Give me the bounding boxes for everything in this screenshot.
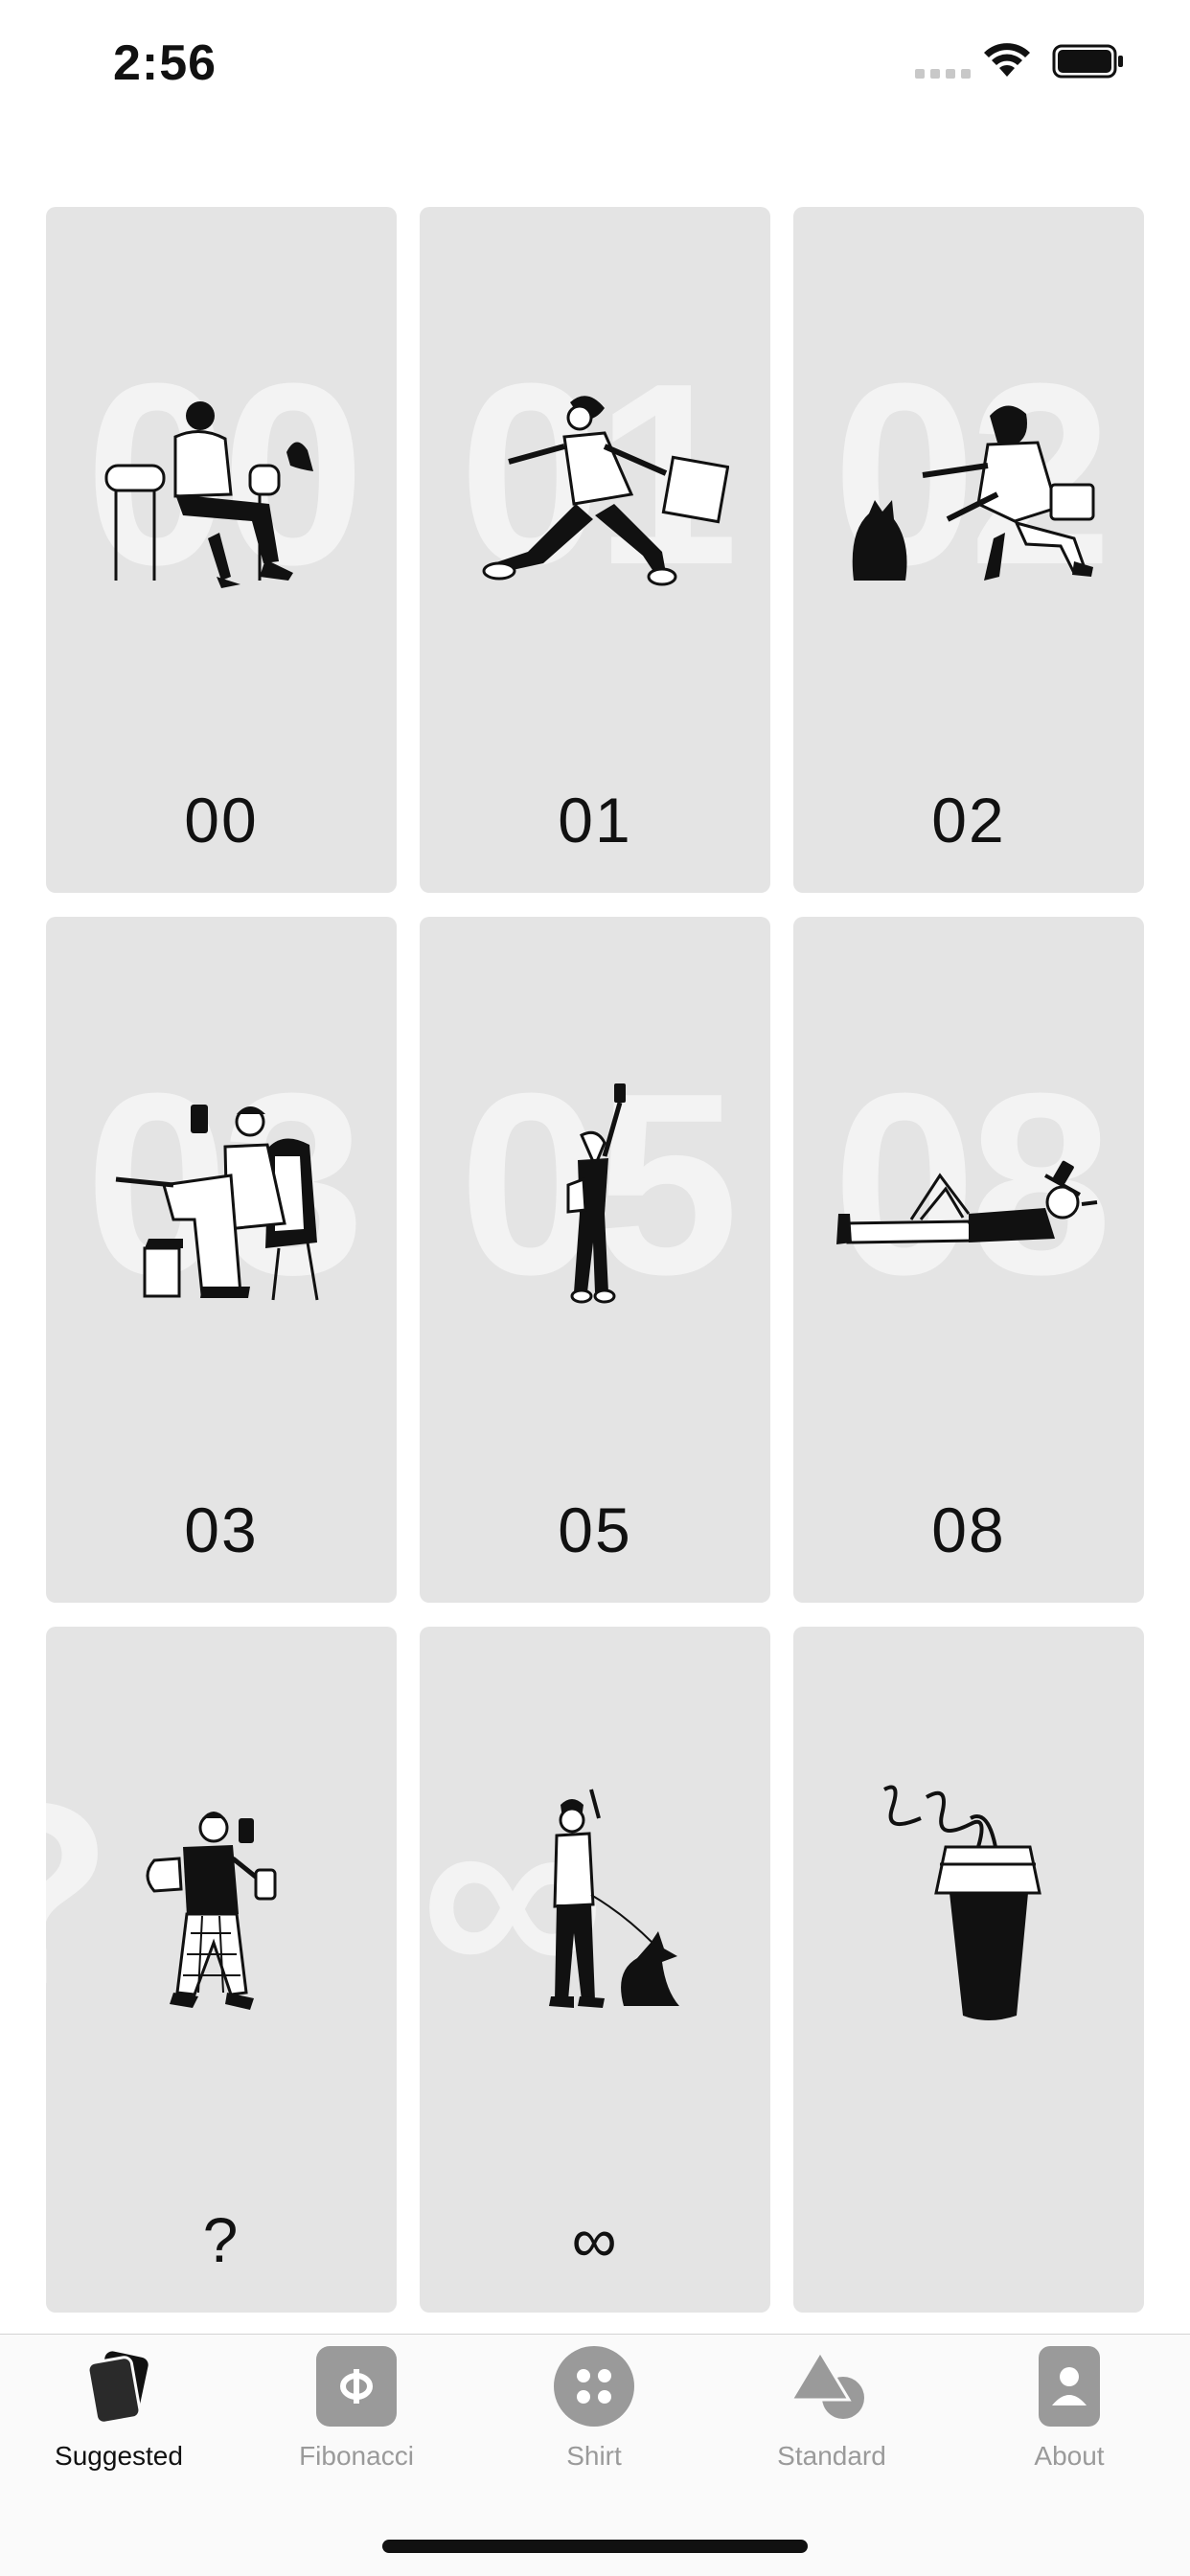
phi-icon [316, 2346, 397, 2427]
person-selfie-icon [566, 1083, 626, 1304]
card-grid: 00 00 01 [46, 207, 1144, 2313]
card-label: ? [202, 2204, 240, 2275]
status-time: 2:56 [113, 35, 217, 91]
card-01[interactable]: 01 01 [420, 207, 770, 893]
card-label: 00 [184, 785, 259, 855]
card-infinity[interactable]: ∞ ∞ [420, 1627, 770, 2313]
home-indicator [382, 2540, 808, 2553]
card-03[interactable]: 03 03 [46, 917, 397, 1603]
card-label: 05 [558, 1494, 632, 1565]
person-walking-dog-icon [549, 1789, 679, 2008]
tab-shirt[interactable]: Shirt [489, 2346, 699, 2472]
card-08[interactable]: 08 08 [793, 917, 1144, 1603]
tab-about[interactable]: About [964, 2346, 1175, 2472]
tab-fibonacci[interactable]: Fibonacci [251, 2346, 462, 2472]
tab-label: Standard [777, 2441, 886, 2471]
cellular-signal-icon [915, 69, 971, 79]
card-05[interactable]: 05 05 [420, 917, 770, 1603]
person-kneeling-cat-icon [852, 405, 1095, 581]
person-running-shopping-bag-icon [482, 396, 729, 586]
card-00[interactable]: 00 00 [46, 207, 397, 893]
wifi-icon [984, 43, 1030, 77]
tab-label: Fibonacci [299, 2441, 414, 2471]
tab-standard[interactable]: Standard [726, 2346, 937, 2472]
card-02[interactable]: 02 02 [793, 207, 1144, 893]
card-coffee-break[interactable] [793, 1627, 1144, 2313]
four-dots-icon [554, 2346, 634, 2427]
cards-icon [86, 2351, 149, 2425]
card-label: 01 [558, 785, 632, 855]
person-sitting-phone-icon [115, 1105, 319, 1301]
coffee-cup-steam-icon [883, 1785, 1041, 2020]
person-icon [1039, 2346, 1100, 2427]
card-label: 08 [931, 1494, 1006, 1565]
card-question[interactable]: ? ? [46, 1627, 397, 2313]
battery-icon [1052, 44, 1123, 79]
card-label: ∞ [571, 2204, 619, 2275]
tab-label: Suggested [55, 2441, 183, 2471]
card-label: 02 [931, 785, 1006, 855]
triangle-circle-icon [789, 2349, 864, 2419]
tab-suggested[interactable]: Suggested [13, 2346, 224, 2472]
tab-label: Shirt [566, 2441, 622, 2471]
tab-label: About [1034, 2441, 1105, 2471]
card-label: 03 [184, 1494, 259, 1565]
person-walking-coffee-icon [146, 1812, 277, 2010]
person-sitting-chair-bird-icon [104, 401, 313, 588]
person-lying-phone-icon [836, 1160, 1098, 1244]
